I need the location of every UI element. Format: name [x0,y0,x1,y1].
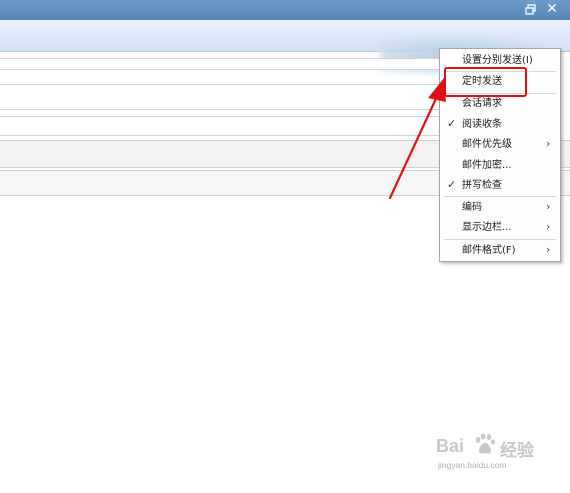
title-bar: ✕ [0,0,570,20]
menu-item-sidebar[interactable]: 显示边栏... › [440,218,560,238]
cc-field[interactable] [0,84,440,110]
restore-window-icon[interactable] [524,3,538,17]
watermark-url: jingyan.baidu.com [438,460,507,470]
chevron-right-icon: › [546,243,551,256]
chevron-right-icon: › [546,200,551,213]
watermark: Bai 经验 jingyan.baidu.com [436,430,560,478]
menu-item-label: 显示边栏... [462,222,512,233]
watermark-brand-cn: 经验 [500,441,534,461]
subject-field[interactable] [0,116,440,136]
chevron-right-icon: › [546,220,551,233]
menu-item-label: 邮件格式(F) [462,245,516,256]
close-icon[interactable]: ✕ [544,0,560,18]
annotation-arrow [388,78,446,200]
recipient-field[interactable] [0,58,440,70]
baidu-paw-icon [475,433,495,454]
menu-item-mail-format[interactable]: 邮件格式(F) › [440,241,560,261]
chevron-right-icon: › [546,137,551,150]
watermark-brand: Bai [436,436,465,456]
menu-separator [444,239,556,240]
